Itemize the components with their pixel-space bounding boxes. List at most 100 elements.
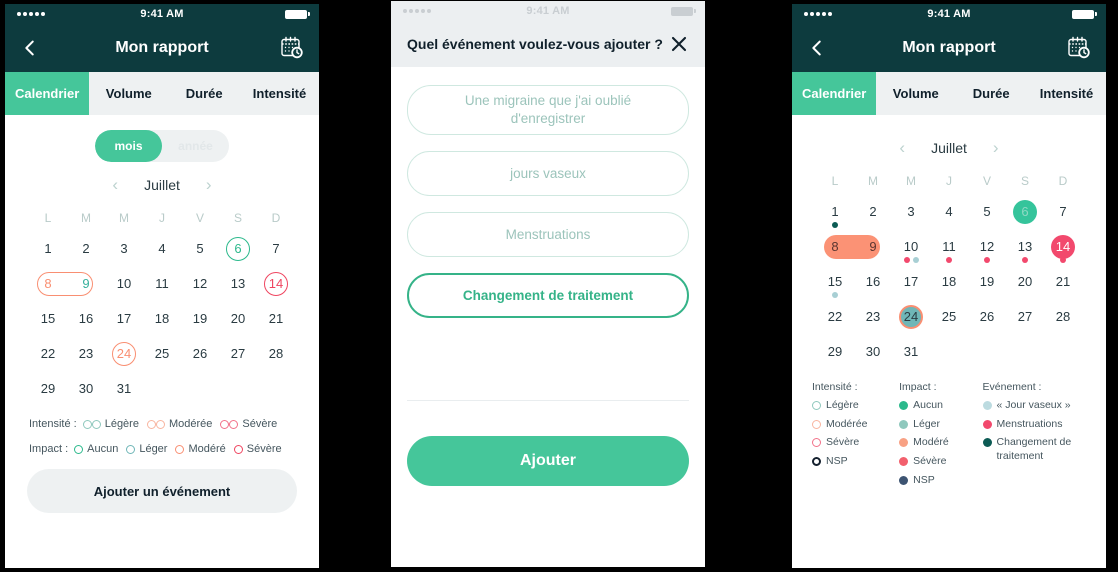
next-month-icon[interactable]: › xyxy=(206,176,212,193)
weekday-label: M xyxy=(119,211,129,225)
calendar-day-cell[interactable]: 25 xyxy=(143,336,181,371)
calendar-day-cell[interactable]: 28 xyxy=(257,336,295,371)
tab-volume[interactable]: Volume xyxy=(876,72,955,115)
legend-item: Légère xyxy=(812,399,889,413)
next-month-icon[interactable]: › xyxy=(993,139,999,156)
calendar-day-cell[interactable]: 1 xyxy=(29,231,67,266)
calendar-day-cell[interactable]: 22 xyxy=(29,336,67,371)
calendar-day-cell[interactable]: 10 xyxy=(105,266,143,301)
legend-item: NSP xyxy=(899,474,972,488)
back-icon[interactable] xyxy=(806,37,828,59)
prev-month-icon[interactable]: ‹ xyxy=(112,176,118,193)
calendar-day-cell[interactable]: 3 xyxy=(892,194,930,229)
calendar-day-cell[interactable]: 5 xyxy=(968,194,1006,229)
calendar-day-cell[interactable]: 12 xyxy=(181,266,219,301)
back-icon[interactable] xyxy=(19,37,41,59)
prev-month-icon[interactable]: ‹ xyxy=(899,139,905,156)
calendar-day-cell[interactable]: 23 xyxy=(67,336,105,371)
calendar-day-cell[interactable]: 26 xyxy=(181,336,219,371)
calendar-day-cell[interactable]: 17 xyxy=(892,264,930,299)
calendar-day-cell[interactable]: 25 xyxy=(930,299,968,334)
event-option-2[interactable]: jours vaseux xyxy=(407,151,689,197)
calendar-day-cell[interactable]: 24 xyxy=(892,299,930,334)
calendar-day-cell[interactable]: 10 xyxy=(892,229,930,264)
tab-intensite[interactable]: Intensité xyxy=(1027,72,1106,115)
calendar-day-cell[interactable]: 11 xyxy=(143,266,181,301)
calendar-day-cell[interactable]: 16 xyxy=(67,301,105,336)
calendar-day-cell[interactable]: 14 xyxy=(1044,229,1082,264)
tab-calendrier[interactable]: Calendrier xyxy=(5,72,90,115)
calendar-day-cell[interactable]: 24 xyxy=(105,336,143,371)
calendar-day-cell[interactable]: 16 xyxy=(854,264,892,299)
calendar-day-cell[interactable]: 8 xyxy=(816,229,880,264)
legend-item: Modérée xyxy=(812,418,889,432)
calendar-day-cell[interactable]: 17 xyxy=(105,301,143,336)
calendar-clock-icon[interactable] xyxy=(279,35,305,61)
calendar-day-cell[interactable]: 5 xyxy=(181,231,219,266)
submit-button[interactable]: Ajouter xyxy=(407,436,689,487)
calendar-day-cell[interactable]: 7 xyxy=(257,231,295,266)
calendar-day-cell[interactable]: 30 xyxy=(854,334,892,369)
legend-label: Léger xyxy=(913,417,940,430)
calendar-day-cell[interactable]: 23 xyxy=(854,299,892,334)
calendar-day-cell[interactable]: 21 xyxy=(257,301,295,336)
calendar-day-cell[interactable]: 29 xyxy=(816,334,854,369)
add-event-button[interactable]: Ajouter un événement xyxy=(27,469,297,513)
calendar-day-cell[interactable]: 2 xyxy=(67,231,105,266)
calendar-day-number xyxy=(937,340,961,364)
calendar-day-cell[interactable]: 31 xyxy=(105,371,143,406)
calendar-day-cell[interactable]: 6 xyxy=(1006,194,1044,229)
calendar-day-cell[interactable]: 21 xyxy=(1044,264,1082,299)
tab-duree[interactable]: Durée xyxy=(168,72,240,115)
calendar-day-cell[interactable]: 14 xyxy=(257,266,295,301)
event-option-1[interactable]: Une migraine que j'ai oublié d'enregistr… xyxy=(407,85,689,136)
calendar-day-cell[interactable]: 1 xyxy=(816,194,854,229)
legend-title: Intensité : xyxy=(29,418,77,430)
month-label: Juillet xyxy=(144,176,180,193)
tab-intensite[interactable]: Intensité xyxy=(240,72,319,115)
calendar-day-cell[interactable]: 15 xyxy=(816,264,854,299)
status-bar-time: 9:41 AM xyxy=(927,8,971,20)
calendar-day-number: 1 xyxy=(44,241,52,256)
calendar-day-cell[interactable]: 8 xyxy=(29,266,93,301)
calendar-day-cell[interactable]: 19 xyxy=(968,264,1006,299)
weekday-header-row: LMMJVSD xyxy=(816,166,1082,194)
calendar-day-cell[interactable]: 18 xyxy=(930,264,968,299)
toggle-option-annee[interactable]: année xyxy=(162,130,229,162)
event-option-3[interactable]: Menstruations xyxy=(407,212,689,258)
calendar-day-cell[interactable]: 18 xyxy=(143,301,181,336)
calendar-day-cell[interactable]: 20 xyxy=(1006,264,1044,299)
calendar-day-cell[interactable]: 27 xyxy=(219,336,257,371)
calendar-day-cell[interactable]: 29 xyxy=(29,371,67,406)
calendar-day-cell[interactable]: 7 xyxy=(1044,194,1082,229)
calendar-day-cell[interactable]: 27 xyxy=(1006,299,1044,334)
page-title: Mon rapport xyxy=(902,39,996,56)
calendar-day-cell[interactable]: 28 xyxy=(1044,299,1082,334)
tab-duree[interactable]: Durée xyxy=(955,72,1027,115)
event-option-4[interactable]: Changement de traitement xyxy=(407,273,689,319)
calendar-clock-icon[interactable] xyxy=(1066,35,1092,61)
calendar-day-cell[interactable]: 13 xyxy=(219,266,257,301)
calendar-day-cell[interactable]: 19 xyxy=(181,301,219,336)
calendar-day-cell[interactable]: 6 xyxy=(219,231,257,266)
calendar-day-cell[interactable]: 12 xyxy=(968,229,1006,264)
calendar-day-cell[interactable]: 13 xyxy=(1006,229,1044,264)
calendar-day-cell[interactable]: 2 xyxy=(854,194,892,229)
calendar-day-cell[interactable]: 31 xyxy=(892,334,930,369)
close-icon[interactable] xyxy=(669,34,689,54)
tab-calendrier[interactable]: Calendrier xyxy=(792,72,877,115)
calendar-day-cell[interactable]: 4 xyxy=(930,194,968,229)
calendar-day-number: 15 xyxy=(40,311,56,326)
calendar-day-cell[interactable]: 4 xyxy=(143,231,181,266)
tab-volume[interactable]: Volume xyxy=(89,72,168,115)
toggle-option-mois[interactable]: mois xyxy=(95,130,162,162)
calendar-day-cell[interactable]: 22 xyxy=(816,299,854,334)
calendar-day-cell[interactable]: 20 xyxy=(219,301,257,336)
calendar-day-cell[interactable]: 11 xyxy=(930,229,968,264)
calendar-day-cell[interactable]: 15 xyxy=(29,301,67,336)
calendar-day-cell[interactable]: 26 xyxy=(968,299,1006,334)
calendar-day-cell[interactable]: 30 xyxy=(67,371,105,406)
calendar-day-cell[interactable]: 3 xyxy=(105,231,143,266)
range-toggle[interactable]: mois année xyxy=(95,130,229,162)
calendar-day-number: 29 xyxy=(40,381,56,396)
